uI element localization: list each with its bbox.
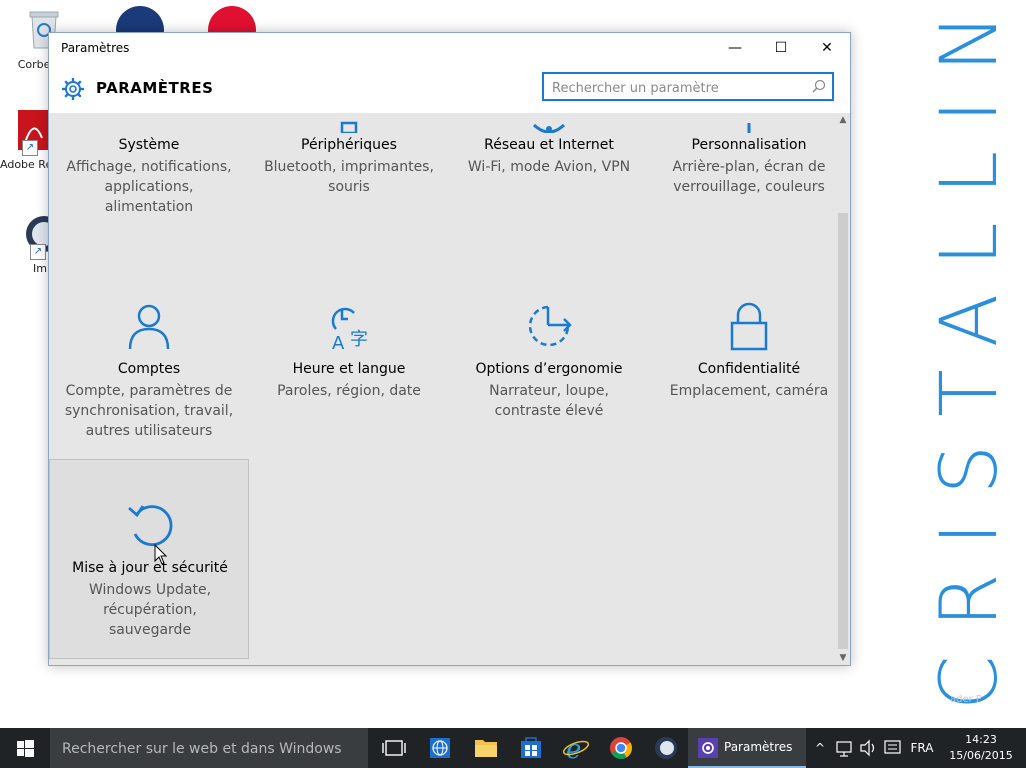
tile-ease-of-access[interactable]: Options d’ergonomie Narrateur, loupe, co…	[449, 255, 649, 455]
page-title: PARAMÈTRES	[96, 79, 214, 97]
lock-icon	[730, 302, 768, 351]
taskbar-active-app-settings[interactable]: Paramètres	[688, 728, 806, 768]
tile-description: Arrière-plan, écran de verrouillage, cou…	[672, 159, 826, 195]
tile-name: Réseau et Internet	[484, 137, 614, 153]
tile-name: Périphériques	[301, 137, 397, 153]
tile-description: Wi-Fi, mode Avion, VPN	[467, 159, 631, 175]
tile-time-language[interactable]: A 字 Heure et langue Paroles, région, dat…	[249, 255, 449, 455]
start-button[interactable]	[0, 728, 50, 768]
svg-text:e: e	[566, 735, 581, 765]
search-icon[interactable]	[812, 79, 826, 93]
file-explorer-icon[interactable]	[464, 728, 508, 768]
network-tray-icon[interactable]	[834, 728, 856, 768]
brand-watermark: CRISTALLIN	[925, 0, 1015, 710]
tile-name: Comptes	[117, 361, 181, 377]
shortcut-arrow-icon: ↗	[22, 140, 38, 156]
tile-name: Options d’ergonomie	[475, 361, 623, 377]
time-language-icon: A 字	[331, 307, 368, 351]
tile-description: Compte, paramètres de synchronisation, t…	[64, 383, 234, 439]
app-circle-icon[interactable]	[644, 728, 688, 768]
scroll-thumb[interactable]	[838, 213, 848, 649]
store-icon[interactable]	[509, 728, 553, 768]
title-bar[interactable]: Paramètres — ☐ ✕	[49, 33, 850, 63]
shortcut-arrow-icon: ↗	[30, 244, 46, 260]
settings-header: PARAMÈTRES	[49, 63, 850, 113]
tile-description: Windows Update, récupération, sauvegarde	[88, 582, 212, 638]
tile-name: Système	[118, 137, 180, 153]
tile-privacy[interactable]: Confidentialité Emplacement, caméra	[649, 255, 836, 455]
update-icon	[128, 505, 173, 546]
globe-app-icon[interactable]	[418, 728, 462, 768]
gear-icon	[698, 738, 718, 758]
settings-grid: Système Affichage, notifications, applic…	[49, 113, 836, 665]
brand-text: CRISTALLIN	[925, 0, 1015, 710]
scroll-up-arrow-icon[interactable]: ▲	[836, 113, 850, 127]
settings-search-input[interactable]	[550, 77, 804, 99]
language-indicator[interactable]: FRA	[906, 728, 938, 768]
tile-description: Emplacement, caméra	[669, 383, 829, 399]
tile-network[interactable]: Réseau et Internet Wi-Fi, mode Avion, VP…	[449, 113, 649, 255]
tile-name: Heure et langue	[292, 361, 406, 377]
clock-time: 14:23	[965, 733, 997, 746]
tile-name: Personnalisation	[691, 137, 807, 153]
chrome-icon[interactable]	[599, 728, 643, 768]
taskbar-search-input[interactable]	[60, 738, 364, 760]
scroll-down-arrow-icon[interactable]: ▼	[836, 651, 850, 665]
taskbar-search[interactable]	[50, 728, 368, 768]
action-center-icon[interactable]	[882, 728, 904, 768]
personalization-icon	[747, 123, 751, 133]
desktop-partial-globe-icon	[116, 6, 164, 32]
tile-personalization[interactable]: Personnalisation Arrière-plan, écran de …	[649, 113, 836, 255]
desktop-partial-red-icon	[208, 6, 256, 32]
close-button[interactable]: ✕	[804, 33, 850, 63]
tile-name: Mise à jour et sécurité	[72, 560, 228, 576]
tile-devices[interactable]: Périphériques Bluetooth, imprimantes, so…	[249, 113, 449, 255]
tile-system[interactable]: Système Affichage, notifications, applic…	[49, 113, 249, 255]
ease-of-access-icon	[528, 305, 572, 347]
tile-accounts[interactable]: Comptes Compte, paramètres de synchronis…	[49, 255, 249, 455]
settings-window: Paramètres — ☐ ✕ PARAMÈTRES Sys	[48, 32, 851, 666]
gear-icon	[62, 78, 84, 100]
system-clock[interactable]: 14:23 15/06/2015	[944, 732, 1018, 764]
brand-subtext: ader P	[950, 694, 982, 705]
devices-icon	[340, 121, 358, 133]
accounts-icon	[128, 304, 170, 350]
volume-tray-icon[interactable]	[858, 728, 880, 768]
internet-explorer-icon[interactable]: e	[554, 728, 598, 768]
tile-description: Narrateur, loupe, contraste élevé	[489, 383, 609, 419]
tile-description: Paroles, région, date	[277, 383, 421, 399]
tile-update-security[interactable]: Mise à jour et sécurité Windows Update, …	[49, 459, 249, 659]
tile-name: Confidentialité	[697, 361, 801, 377]
clock-date: 15/06/2015	[949, 749, 1013, 762]
maximize-button[interactable]: ☐	[758, 33, 804, 63]
taskbar: e Paramètres ^ FRA 14:23 15/06/201	[0, 728, 1026, 768]
minimize-button[interactable]: —	[712, 33, 758, 63]
task-view-icon[interactable]	[372, 728, 416, 768]
settings-search-box[interactable]	[542, 72, 834, 101]
window-title: Paramètres	[61, 41, 130, 55]
tile-description: Affichage, notifications, applications, …	[66, 159, 232, 215]
svg-text:字: 字	[350, 329, 368, 350]
network-icon	[532, 123, 566, 133]
tray-overflow-chevron-icon[interactable]: ^	[812, 728, 828, 768]
taskbar-app-label: Paramètres	[724, 740, 793, 754]
tile-description: Bluetooth, imprimantes, souris	[264, 159, 434, 195]
svg-text:A: A	[332, 333, 345, 351]
vertical-scrollbar[interactable]: ▲ ▼	[836, 113, 850, 665]
